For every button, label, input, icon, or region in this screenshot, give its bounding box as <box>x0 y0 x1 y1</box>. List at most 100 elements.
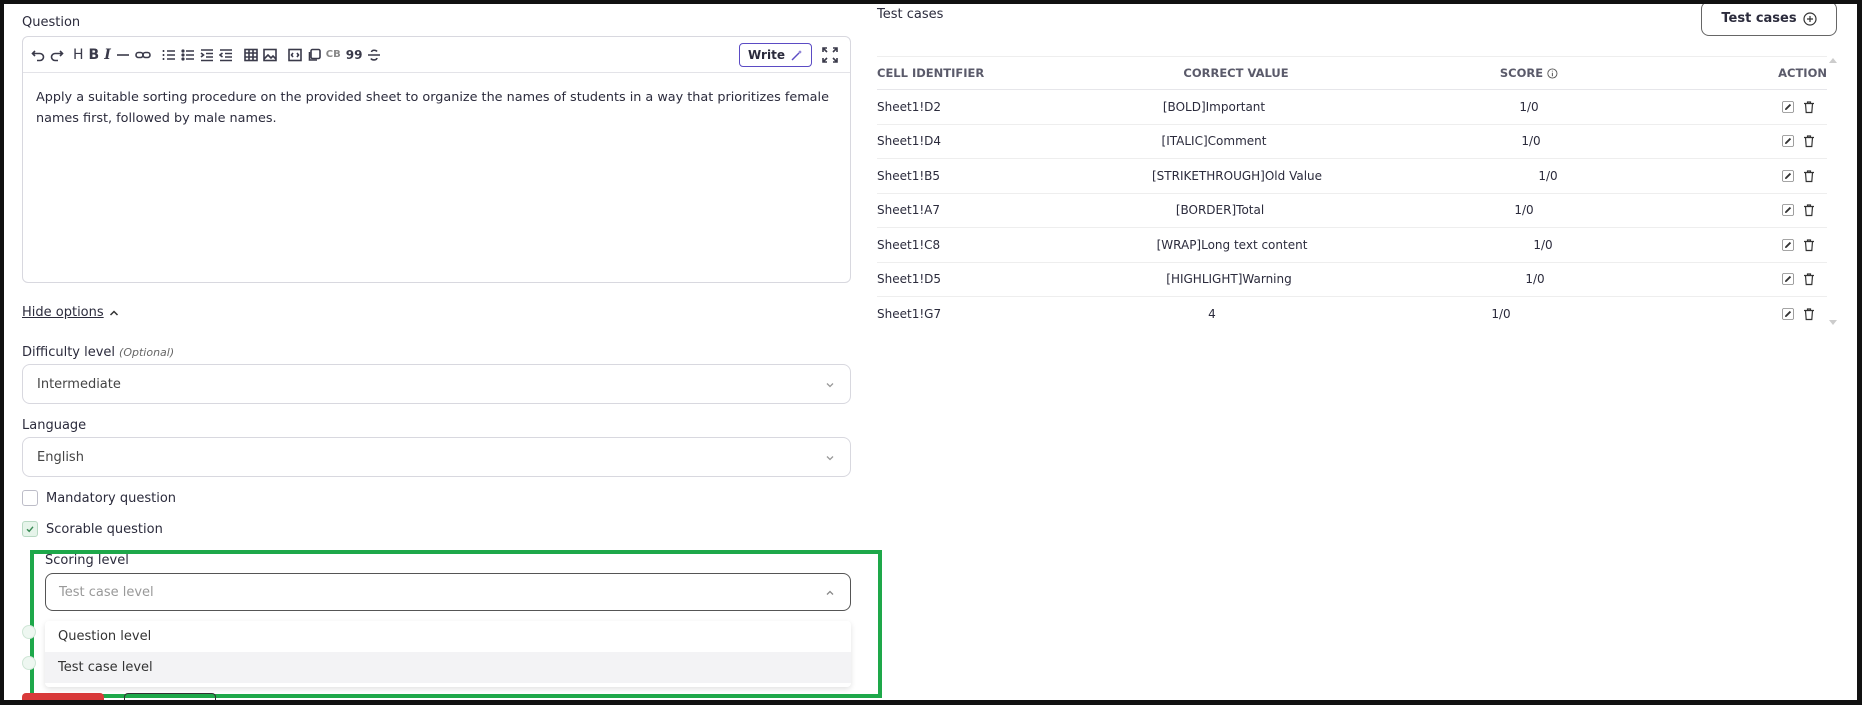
italic-button[interactable]: I <box>104 45 111 65</box>
scoring-level-menu: Question level Test case level <box>45 621 851 687</box>
checkbox-box[interactable] <box>22 521 38 537</box>
horizontal-rule-icon[interactable] <box>116 45 130 65</box>
edit-icon[interactable] <box>1782 308 1794 321</box>
write-ai-button[interactable]: Write <box>739 43 812 67</box>
correct-value: 4 <box>1208 307 1216 322</box>
difficulty-label-text: Difficulty level <box>22 345 116 360</box>
table-header: CELL IDENTIFIER CORRECT VALUE SCORE ACTI… <box>877 56 1827 90</box>
table-row: Sheet1!G7 4 1/0 <box>877 297 1827 332</box>
trash-icon[interactable] <box>1803 238 1815 251</box>
correct-value: [ITALIC]Comment <box>1161 134 1267 149</box>
write-button-label: Write <box>748 48 785 62</box>
edit-icon[interactable] <box>1782 135 1794 148</box>
table-row: Sheet1!C8 [WRAP]Long text content 1/0 <box>877 228 1827 263</box>
question-editor: H B I CB 99 Write Apply a suitable sorti… <box>22 36 851 283</box>
score-value: 1/0 <box>1491 307 1511 322</box>
codeblock-button[interactable]: CB <box>326 45 341 65</box>
header-score: SCORE <box>1500 66 1558 80</box>
test-cases-table: CELL IDENTIFIER CORRECT VALUE SCORE ACTI… <box>877 56 1827 332</box>
row-actions <box>1782 308 1815 321</box>
table-row: Sheet1!D4 [ITALIC]Comment 1/0 <box>877 125 1827 159</box>
score-value: 1/0 <box>1533 237 1553 252</box>
strikethrough-icon[interactable] <box>367 45 381 65</box>
header-score-label: SCORE <box>1499 66 1544 80</box>
correct-value: [BORDER]Total <box>1175 203 1265 218</box>
edit-icon[interactable] <box>1782 169 1794 182</box>
scroll-up-arrow[interactable] <box>1829 58 1837 63</box>
cell-identifier: Sheet1!D2 <box>877 99 942 114</box>
undo-icon[interactable] <box>31 45 45 65</box>
chevron-down-icon <box>826 383 834 388</box>
quote-button[interactable]: 99 <box>346 45 363 65</box>
correct-value: [WRAP]Long text content <box>1156 237 1308 252</box>
trash-icon[interactable] <box>1803 308 1815 321</box>
trash-icon[interactable] <box>1803 204 1815 217</box>
hide-options-link[interactable]: Hide options <box>22 305 119 320</box>
edit-icon[interactable] <box>1782 238 1794 251</box>
test-cases-title: Test cases <box>877 7 944 22</box>
question-label: Question <box>22 15 81 30</box>
menu-item-test-case-level[interactable]: Test case level <box>45 652 851 683</box>
add-test-case-button[interactable]: Test cases <box>1701 1 1837 36</box>
correct-value: [HIGHLIGHT]Warning <box>1166 272 1292 287</box>
check-icon <box>26 526 34 533</box>
table-row: Sheet1!D2 [BOLD]Important 1/0 <box>877 90 1827 125</box>
link-icon[interactable] <box>134 45 151 65</box>
fullscreen-icon[interactable] <box>822 47 838 63</box>
bold-button[interactable]: B <box>89 45 100 65</box>
cell-identifier: Sheet1!G7 <box>877 307 942 322</box>
edit-icon[interactable] <box>1782 204 1794 217</box>
hide-options-label: Hide options <box>22 305 104 320</box>
mandatory-question-checkbox[interactable]: Mandatory question <box>22 490 176 506</box>
correct-value: [STRIKETHROUGH]Old Value <box>1151 168 1323 183</box>
optional-tag: (Optional) <box>119 346 175 359</box>
chevron-up-icon <box>826 590 834 595</box>
bullet-list-icon[interactable] <box>181 45 195 65</box>
difficulty-select[interactable]: Intermediate <box>22 364 851 404</box>
row-actions <box>1782 135 1815 148</box>
info-icon[interactable] <box>1547 67 1558 79</box>
trash-icon[interactable] <box>1803 135 1815 148</box>
header-correct-value: CORRECT VALUE <box>1183 66 1289 80</box>
score-value: 1/0 <box>1521 134 1541 149</box>
scoring-level-select[interactable]: Test case level <box>45 573 851 611</box>
score-value: 1/0 <box>1538 168 1558 183</box>
trash-icon[interactable] <box>1803 169 1815 182</box>
plus-circle-icon <box>1803 11 1817 26</box>
hidden-button <box>22 693 104 701</box>
row-actions <box>1782 204 1815 217</box>
edit-icon[interactable] <box>1782 100 1794 113</box>
ordered-list-icon[interactable] <box>162 45 176 65</box>
difficulty-label: Difficulty level (Optional) <box>22 345 174 360</box>
table-row: Sheet1!B5 [STRIKETHROUGH]Old Value 1/0 <box>877 159 1827 194</box>
heading-button[interactable]: H <box>73 45 84 65</box>
scorable-question-checkbox[interactable]: Scorable question <box>22 521 163 537</box>
hidden-radio <box>22 656 36 670</box>
header-action: ACTION <box>1778 66 1827 80</box>
checkbox-label: Mandatory question <box>46 490 177 506</box>
question-text[interactable]: Apply a suitable sorting procedure on th… <box>23 73 850 143</box>
difficulty-value: Intermediate <box>37 376 121 392</box>
language-select[interactable]: English <box>22 437 851 477</box>
hidden-button <box>124 693 216 701</box>
image-icon[interactable] <box>262 45 277 65</box>
redo-icon[interactable] <box>50 45 64 65</box>
language-value: English <box>37 449 84 465</box>
trash-icon[interactable] <box>1803 100 1815 113</box>
indent-icon[interactable] <box>200 45 214 65</box>
outdent-icon[interactable] <box>218 45 233 65</box>
cell-identifier: Sheet1!C8 <box>877 237 941 252</box>
checkbox-label: Scorable question <box>46 521 163 537</box>
trash-icon[interactable] <box>1803 273 1815 286</box>
edit-icon[interactable] <box>1782 273 1794 286</box>
menu-item-question-level[interactable]: Question level <box>45 621 851 652</box>
cell-identifier: Sheet1!A7 <box>877 203 940 218</box>
language-label: Language <box>22 418 87 433</box>
code-inline-icon[interactable] <box>287 45 302 65</box>
scroll-down-arrow[interactable] <box>1829 320 1837 325</box>
copy-icon[interactable] <box>307 45 321 65</box>
table-row: Sheet1!D5 [HIGHLIGHT]Warning 1/0 <box>877 263 1827 297</box>
table-icon[interactable] <box>243 45 258 65</box>
checkbox-box[interactable] <box>22 490 38 506</box>
chevron-up-icon <box>109 309 118 316</box>
